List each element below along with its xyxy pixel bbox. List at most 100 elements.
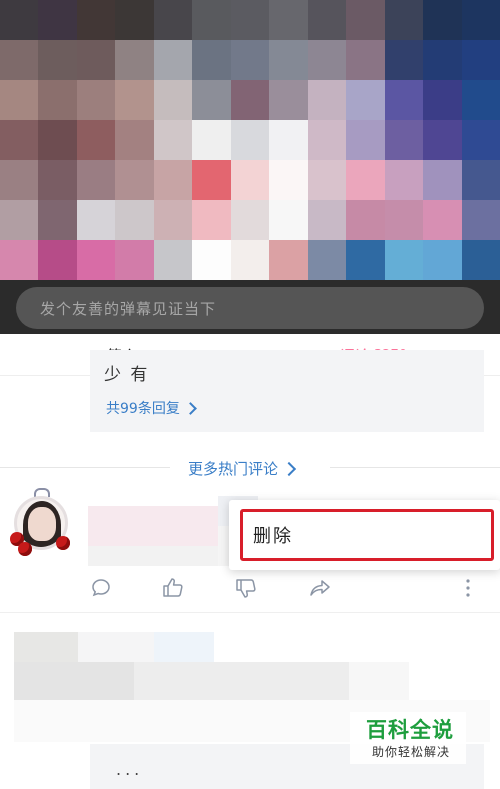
video-pixel-block (384, 40, 424, 80)
video-pixel-block (346, 200, 385, 240)
video-pixel-block (115, 200, 154, 240)
avatar[interactable] (8, 488, 74, 564)
video-pixel-block (76, 120, 116, 160)
video-pixel-block (307, 200, 347, 240)
video-pixel-block (307, 160, 347, 200)
video-pixel-block (153, 200, 193, 240)
video-pixel-block (269, 160, 308, 200)
video-pixel-block (38, 120, 77, 160)
video-pixel-block (192, 200, 231, 240)
video-pixel-block (384, 80, 424, 120)
dislike-icon[interactable] (234, 576, 258, 600)
video-pixel-block (461, 0, 500, 40)
video-pixel-block (0, 40, 39, 80)
video-pixel-block (0, 0, 39, 40)
video-pixel-block (153, 40, 193, 80)
like-icon[interactable] (161, 576, 185, 600)
video-pixel-block (461, 200, 500, 240)
video-pixel-block (423, 40, 462, 80)
reply-icon[interactable] (89, 576, 113, 600)
video-pixel-block (423, 160, 462, 200)
video-pixel-block (0, 160, 39, 200)
comment-divider (0, 612, 500, 613)
delete-menu-item[interactable]: 删除 (240, 509, 494, 561)
video-pixel-block (76, 240, 116, 280)
video-player[interactable]: 发个友善的弹幕见证当下 (0, 0, 500, 334)
rose-decoration-icon (56, 536, 70, 550)
video-pixel-block (384, 160, 424, 200)
video-pixel-block (0, 80, 39, 120)
video-frame-pixelated (0, 0, 500, 280)
danmaku-input[interactable]: 发个友善的弹幕见证当下 (16, 287, 484, 329)
video-pixel-block (230, 240, 270, 280)
video-pixel-block (346, 80, 385, 120)
video-pixel-block (269, 80, 308, 120)
video-pixel-block (346, 120, 385, 160)
video-pixel-block (192, 240, 231, 280)
video-pixel-block (115, 80, 154, 120)
video-pixel-block (115, 160, 154, 200)
video-pixel-block (461, 40, 500, 80)
video-pixel-block (269, 200, 308, 240)
video-pixel-block (230, 160, 270, 200)
video-pixel-block (423, 80, 462, 120)
video-pixel-block (423, 120, 462, 160)
video-pixel-block (384, 120, 424, 160)
video-pixel-block (192, 40, 231, 80)
video-pixel-block (38, 160, 77, 200)
more-hot-comments-link[interactable]: 更多热门评论 (184, 458, 299, 479)
video-pixel-block (38, 40, 77, 80)
video-pixel-block (76, 200, 116, 240)
video-pixel-block (230, 200, 270, 240)
chevron-right-icon (183, 401, 197, 415)
video-pixel-block (38, 200, 77, 240)
comment-context-menu: 删除 (229, 500, 500, 570)
video-pixel-block (230, 40, 270, 80)
video-pixel-block (269, 0, 308, 40)
video-pixel-block (192, 80, 231, 120)
video-pixel-block (192, 0, 231, 40)
video-pixel-block (153, 80, 193, 120)
watermark-logo: 百科全说 助你轻松解决 (350, 712, 466, 764)
video-pixel-block (384, 240, 424, 280)
video-pixel-block (0, 120, 39, 160)
video-pixel-block (423, 240, 462, 280)
view-all-replies-label: 共99条回复 (106, 401, 180, 417)
more-hot-comments-label: 更多热门评论 (188, 460, 279, 478)
video-pixel-block (346, 0, 385, 40)
watermark-title: 百科全说 (366, 718, 454, 742)
video-pixel-block (115, 0, 154, 40)
more-options-icon[interactable] (456, 576, 480, 600)
delete-label: 删除 (253, 526, 293, 547)
video-pixel-block (461, 160, 500, 200)
reply-preview-box[interactable]: 少 有 共99条回复 (90, 350, 484, 432)
rose-decoration-icon (18, 542, 32, 556)
share-icon[interactable] (308, 576, 332, 600)
view-all-replies-link[interactable]: 共99条回复 (106, 398, 197, 418)
video-pixel-block (76, 80, 116, 120)
video-pixel-block (0, 200, 39, 240)
video-pixel-block (230, 80, 270, 120)
video-pixel-block (384, 200, 424, 240)
video-pixel-block (38, 240, 77, 280)
divider-left (0, 467, 170, 468)
video-pixel-block (115, 240, 154, 280)
video-pixel-block (307, 120, 347, 160)
video-pixel-block (423, 0, 462, 40)
divider-right (330, 467, 500, 468)
video-pixel-block (153, 0, 193, 40)
video-pixel-block (153, 160, 193, 200)
video-pixel-block (461, 80, 500, 120)
video-pixel-block (115, 120, 154, 160)
video-pixel-block (192, 160, 231, 200)
video-pixel-block (153, 240, 193, 280)
video-pixel-block (307, 0, 347, 40)
video-pixel-block (76, 0, 116, 40)
video-pixel-block (38, 0, 77, 40)
video-pixel-block (346, 240, 385, 280)
video-pixel-block (384, 0, 424, 40)
video-pixel-block (76, 40, 116, 80)
video-pixel-block (230, 0, 270, 40)
video-pixel-block (461, 240, 500, 280)
video-pixel-block (269, 40, 308, 80)
